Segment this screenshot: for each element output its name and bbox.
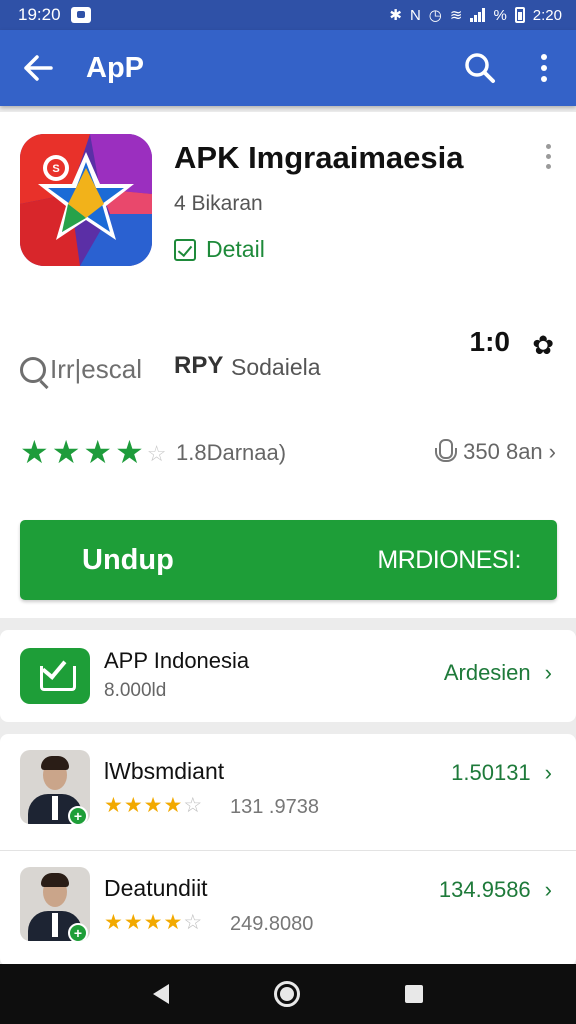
review-score-value: 1.50131 [451, 760, 531, 785]
reviewer-name: Deatundiit [104, 875, 208, 901]
review-score-value: 134.9586 [438, 877, 531, 902]
developer-logo-text: Irr|escal [50, 354, 142, 384]
star-empty-icon: ☆ [146, 441, 167, 466]
bluetooth-icon: ✱ [389, 7, 402, 24]
app-details-card: S APK Imgraaimaesia 4 Bikaran Detail Irr… [0, 112, 576, 618]
battery-icon [514, 7, 525, 23]
app-bar: ApP [0, 30, 576, 106]
rating-stars: ★ ★ ★ ★ ☆ [20, 434, 166, 474]
svg-text:S: S [52, 163, 59, 175]
plus-badge-icon: + [68, 806, 88, 824]
more-vert-icon [545, 144, 551, 174]
notification-icon [70, 7, 91, 23]
nav-back-icon[interactable] [152, 984, 169, 1004]
star-icon: ★ [163, 911, 183, 934]
star-icon: ★ [123, 794, 143, 817]
star-icon: ★ [83, 434, 113, 470]
related-app-subtitle: 8.000ld [104, 680, 167, 701]
star-icon: ★ [20, 434, 49, 470]
related-app-action-label: Ardesien [443, 660, 531, 685]
avatar: + [20, 867, 90, 941]
developer-logo-icon [20, 356, 46, 383]
chevron-right-icon: › [548, 439, 556, 464]
status-bar: 19:20 ✱ N ◷ ≋ % 2:20 [0, 0, 576, 30]
installs-link[interactable]: 350 8an › [431, 438, 556, 466]
chevron-right-icon: › [544, 660, 552, 685]
install-button[interactable]: Undup MRDIONESI: [20, 520, 557, 600]
star-icon: ★ [123, 911, 143, 934]
nav-home-icon[interactable] [273, 981, 300, 1007]
back-arrow-icon [24, 55, 53, 81]
installs-count: 350 8an [463, 439, 543, 464]
developer-row: Irr|escal RPY Sodaiela 1:0 ✿ [20, 326, 556, 388]
detail-link[interactable]: Detail [174, 236, 265, 263]
signal-icon [470, 8, 486, 22]
apk-label: RPY [174, 352, 224, 379]
chevron-right-icon: › [544, 760, 552, 785]
reviews-list: + lWbsmdiant ★ ★ ★ ★ ☆ 131 .9738 1.50131 › +… [0, 734, 576, 966]
star-icon: ★ [143, 794, 163, 817]
avatar: + [20, 750, 90, 824]
reviewer-name: lWbsmdiant [104, 758, 225, 784]
chevron-right-icon: › [544, 877, 552, 902]
related-app-action[interactable]: Ardesien › [444, 660, 552, 686]
star-icon: ★ [163, 794, 183, 817]
install-button-label: Undup [82, 543, 174, 576]
apk-subtitle: Sodaiela [231, 354, 321, 380]
wifi-icon: ≋ [449, 7, 463, 24]
install-button-secondary-label: MRDIONESI: [377, 545, 521, 574]
review-count[interactable]: 1.8Darnaa) [176, 440, 286, 466]
star-icon: ★ [143, 911, 163, 934]
star-icon: ★ [104, 911, 123, 934]
version-label: 1:0 [469, 326, 510, 357]
star-empty-icon: ☆ [183, 911, 203, 934]
list-item[interactable]: + Deatundiit ★ ★ ★ ★ ☆ 249.8080 134.9586 › [0, 850, 576, 960]
status-time-right: 2:20 [532, 6, 562, 24]
search-button[interactable] [448, 30, 512, 106]
status-percent: % [493, 6, 507, 24]
review-meta: 131 .9738 [230, 796, 319, 818]
system-nav-bar [0, 964, 576, 1024]
search-icon [465, 53, 495, 83]
related-app-title: APP Indonesia [104, 648, 250, 673]
plus-badge-icon: + [68, 923, 88, 941]
related-app-card[interactable]: APP Indonesia 8.000ld Ardesien › [0, 630, 576, 722]
review-score[interactable]: 134.9586 › [439, 877, 552, 903]
app-bar-title: ApP [86, 51, 144, 84]
review-stars: ★ ★ ★ ★ ☆ [104, 911, 202, 935]
developer-logo[interactable]: Irr|escal [20, 354, 142, 385]
status-time-left: 19:20 [18, 5, 61, 24]
app-subtitle: 4 Bikaran [174, 192, 263, 215]
more-vert-icon [541, 54, 547, 82]
list-item[interactable]: + lWbsmdiant ★ ★ ★ ★ ☆ 131 .9738 1.50131 › [0, 734, 576, 844]
detail-link-label: Detail [206, 236, 265, 262]
gear-icon[interactable]: ✿ [532, 330, 554, 361]
back-button[interactable] [0, 30, 76, 106]
app-icon[interactable]: S [20, 134, 152, 266]
card-menu-button[interactable] [536, 144, 560, 174]
review-score[interactable]: 1.50131 › [451, 760, 552, 786]
review-stars: ★ ★ ★ ★ ☆ [104, 794, 202, 818]
app-name: APK Imgraaimaesia [174, 140, 464, 175]
star-empty-icon: ☆ [183, 794, 203, 817]
review-meta: 249.8080 [230, 913, 314, 935]
nfc-icon: N [409, 6, 421, 24]
star-icon: ★ [104, 794, 123, 817]
alarm-icon: ◷ [428, 7, 442, 24]
mic-icon [431, 438, 458, 466]
star-icon: ★ [115, 434, 144, 470]
check-box-icon [174, 238, 196, 261]
download-icon [20, 648, 90, 704]
nav-recents-icon[interactable] [405, 985, 424, 1003]
rating-row: ★ ★ ★ ★ ☆ 1.8Darnaa) 350 8an › [20, 434, 556, 474]
more-options-button[interactable] [512, 30, 576, 106]
star-icon: ★ [51, 434, 81, 470]
